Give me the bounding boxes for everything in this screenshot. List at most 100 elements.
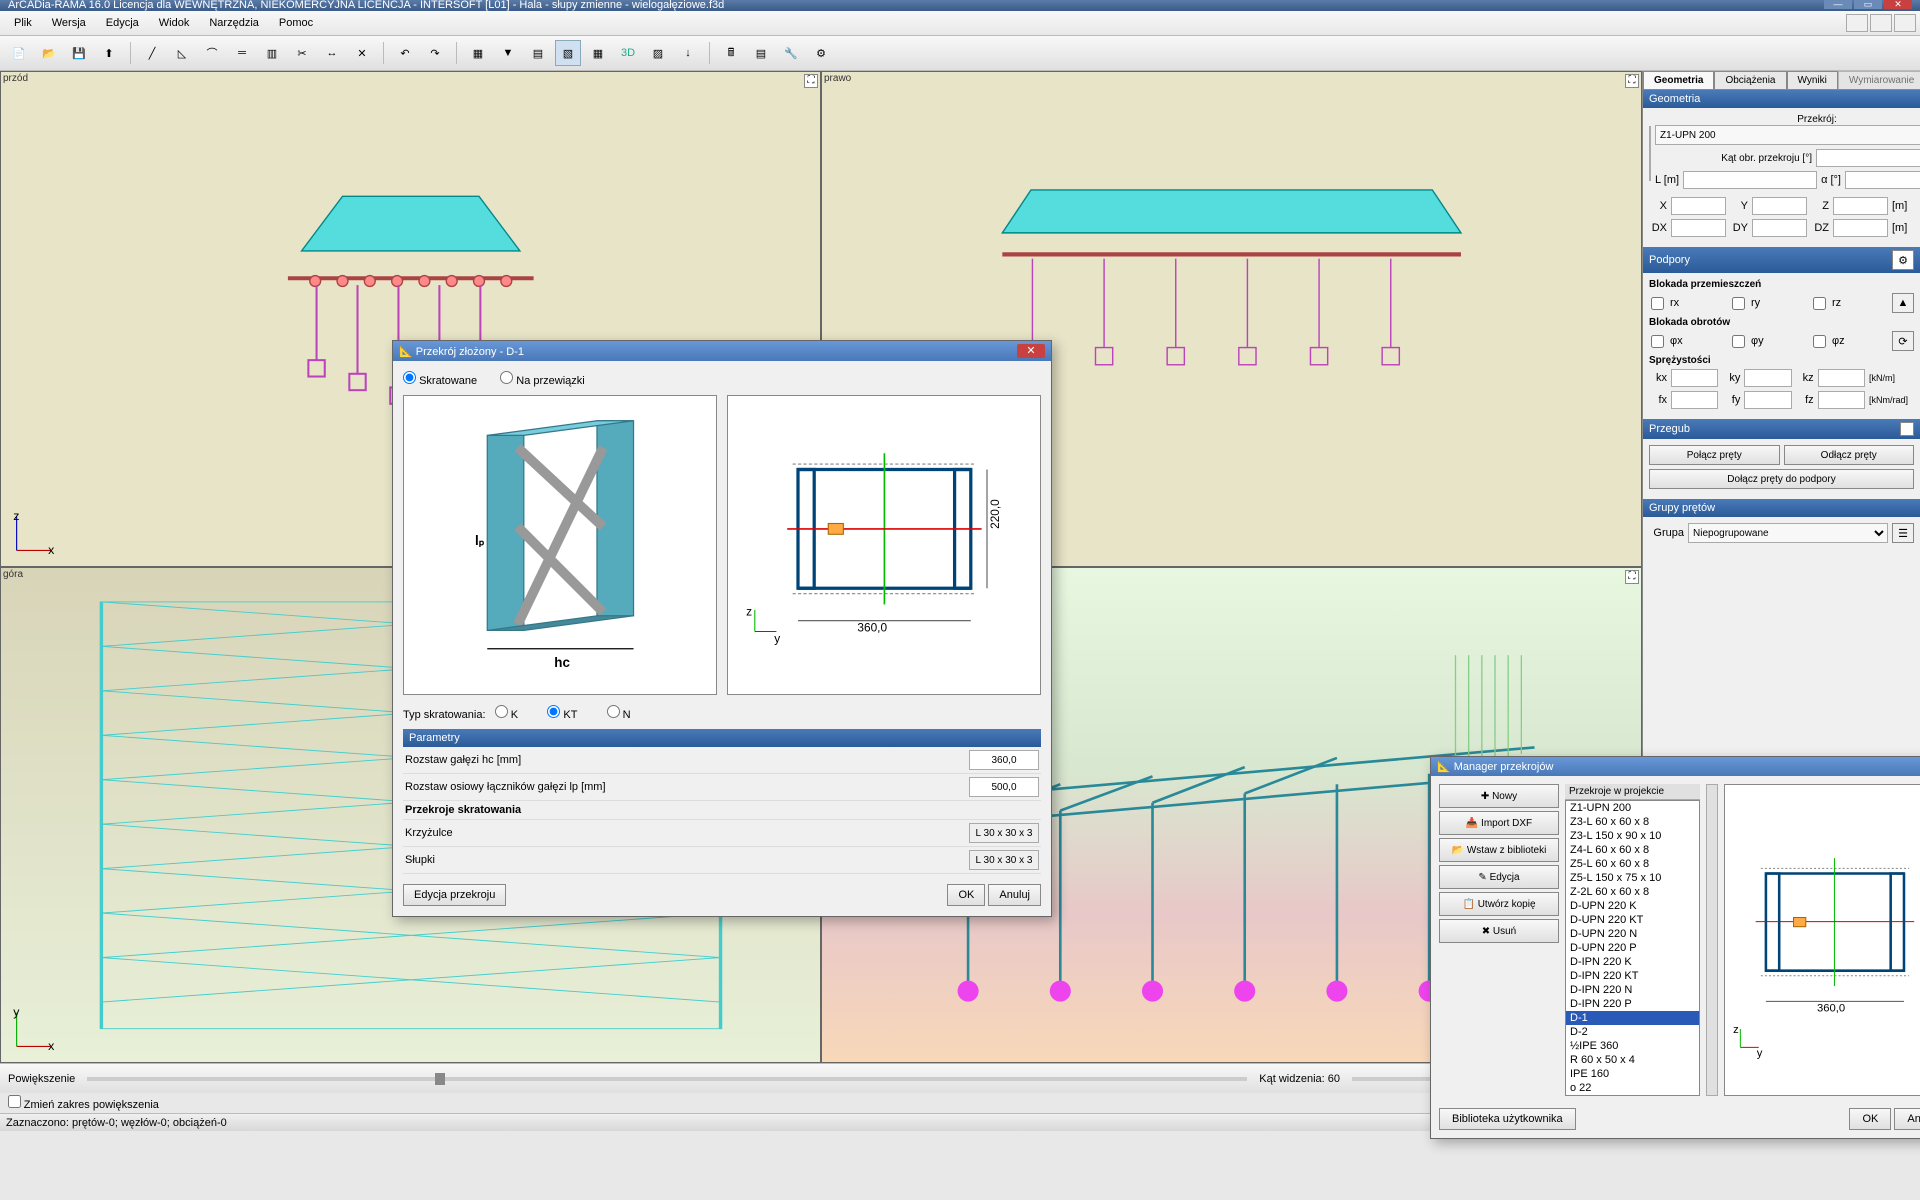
dim-icon[interactable]: ↔	[319, 40, 345, 66]
anuluj-button[interactable]: Anuluj	[988, 884, 1041, 906]
results-icon[interactable]: ▨	[645, 40, 671, 66]
maximize-icon[interactable]: ⛶	[804, 74, 818, 88]
3d-icon[interactable]: 3D	[615, 40, 641, 66]
menu-pomoc[interactable]: Pomoc	[269, 17, 323, 29]
maximize-icon[interactable]: ⛶	[1625, 74, 1639, 88]
settings-icon[interactable]: 🔧	[778, 40, 804, 66]
przekroj-select[interactable]: Z1-UPN 200	[1655, 125, 1920, 145]
filter-icon[interactable]: ▼	[495, 40, 521, 66]
menu-narzedzia[interactable]: Narzędzia	[199, 17, 269, 29]
list-item[interactable]: Z4-L 60 x 60 x 8	[1566, 843, 1699, 857]
menu-plik[interactable]: Plik	[4, 17, 42, 29]
rz-check[interactable]	[1813, 297, 1826, 310]
mgr-btn-wstaw-z-biblioteki[interactable]: 📂 Wstaw z biblioteki	[1439, 838, 1559, 862]
dolacz-button[interactable]: Dołącz pręty do podpory	[1649, 469, 1914, 489]
mgr-btn-import-dxf[interactable]: 📥 Import DXF	[1439, 811, 1559, 835]
menu-edycja[interactable]: Edycja	[96, 17, 149, 29]
cut-icon[interactable]: ✂	[289, 40, 315, 66]
dialog-close-icon[interactable]: ✕	[1017, 344, 1045, 358]
list-item[interactable]: IPE 160	[1566, 1067, 1699, 1081]
slupki-button[interactable]: L 30 x 30 x 3	[969, 850, 1039, 870]
podpory-opts-icon[interactable]: ⚙	[1892, 250, 1914, 270]
lp-input[interactable]	[969, 777, 1039, 797]
x-input[interactable]	[1671, 197, 1726, 215]
tools-icon[interactable]: ⚙	[808, 40, 834, 66]
list-item[interactable]: D-UPN 220 N	[1566, 927, 1699, 941]
view-icon[interactable]: ▧	[555, 40, 581, 66]
list-item[interactable]: R 60 x 50 x 4	[1566, 1053, 1699, 1067]
fy-input[interactable]	[1744, 391, 1791, 409]
hc-input[interactable]	[969, 750, 1039, 770]
radio-kt[interactable]: KT	[547, 709, 577, 721]
oz-check[interactable]	[1813, 335, 1826, 348]
arc-icon[interactable]: ⌒	[199, 40, 225, 66]
kat-obr-input[interactable]	[1816, 149, 1920, 167]
list-item[interactable]: D-UPN 220 P	[1566, 941, 1699, 955]
load-icon[interactable]: ↓	[675, 40, 701, 66]
style-icon-3[interactable]	[1894, 14, 1916, 32]
dy-input[interactable]	[1752, 219, 1807, 237]
ok-button[interactable]: OK	[947, 884, 985, 906]
redo-icon[interactable]: ↷	[422, 40, 448, 66]
beam-icon[interactable]: ═	[229, 40, 255, 66]
mgr-btn-edycja[interactable]: ✎ Edycja	[1439, 865, 1559, 889]
rot-icon[interactable]: ⟳	[1892, 331, 1914, 351]
l-input[interactable]	[1683, 171, 1817, 189]
radio-k[interactable]: K	[495, 709, 518, 721]
mgr-ok-button[interactable]: OK	[1849, 1108, 1891, 1130]
list-item[interactable]: D-UPN 220 KT	[1566, 913, 1699, 927]
ky-input[interactable]	[1744, 369, 1791, 387]
calc-icon[interactable]: 🖩	[718, 40, 744, 66]
z-input[interactable]	[1833, 197, 1888, 215]
maximize-icon[interactable]: ⛶	[1625, 570, 1639, 584]
list-item[interactable]: D-IPN 220 KT	[1566, 969, 1699, 983]
list-item[interactable]: ½IPE 360	[1566, 1039, 1699, 1053]
fz-input[interactable]	[1818, 391, 1865, 409]
mgr-btn-usuń[interactable]: ✖ Usuń	[1439, 919, 1559, 943]
radio-n[interactable]: N	[607, 709, 631, 721]
tab-geometria[interactable]: Geometria	[1643, 71, 1714, 89]
list-item[interactable]: Z5-L 60 x 60 x 8	[1566, 857, 1699, 871]
tab-wyniki[interactable]: Wyniki	[1787, 71, 1838, 89]
menu-wersja[interactable]: Wersja	[42, 17, 96, 29]
list-item[interactable]: Z5-L 150 x 75 x 10	[1566, 871, 1699, 885]
list-item[interactable]: Z-2L 60 x 60 x 8	[1566, 885, 1699, 899]
krzyzulce-button[interactable]: L 30 x 30 x 3	[969, 823, 1039, 843]
minimize-button[interactable]: —	[1824, 0, 1852, 9]
list-item[interactable]: D-IPN 220 N	[1566, 983, 1699, 997]
ox-check[interactable]	[1651, 335, 1664, 348]
list-item[interactable]: Z1-UPN 200	[1566, 801, 1699, 815]
oy-check[interactable]	[1732, 335, 1745, 348]
list-item[interactable]: D-IPN 220 K	[1566, 955, 1699, 969]
biblioteka-button[interactable]: Biblioteka użytkownika	[1439, 1108, 1576, 1130]
grid-icon[interactable]: ▦	[465, 40, 491, 66]
style-icon-2[interactable]	[1870, 14, 1892, 32]
dz-input[interactable]	[1833, 219, 1888, 237]
save-icon[interactable]: 💾	[66, 40, 92, 66]
open-icon[interactable]: 📂	[36, 40, 62, 66]
scrollbar[interactable]	[1706, 784, 1718, 1096]
angle-icon[interactable]: ◺	[169, 40, 195, 66]
fx-input[interactable]	[1671, 391, 1718, 409]
mgr-btn-nowy[interactable]: ✚ Nowy	[1439, 784, 1559, 808]
undo-icon[interactable]: ↶	[392, 40, 418, 66]
bar-icon[interactable]: ╱	[139, 40, 165, 66]
kz-input[interactable]	[1818, 369, 1865, 387]
mgr-anuluj-button[interactable]: Anuluj	[1894, 1108, 1920, 1130]
y-input[interactable]	[1752, 197, 1807, 215]
table-icon[interactable]: ▦	[585, 40, 611, 66]
maximize-button[interactable]: ▭	[1854, 0, 1882, 9]
ry-check[interactable]	[1732, 297, 1745, 310]
list-item[interactable]: D-1	[1566, 1011, 1699, 1025]
list-item[interactable]: o 22	[1566, 1081, 1699, 1095]
tab-obciazenia[interactable]: Obciążenia	[1714, 71, 1786, 89]
radio-przewiazki[interactable]: Na przewiązki	[500, 375, 585, 387]
layers-icon[interactable]: ▤	[525, 40, 551, 66]
alpha-input[interactable]	[1845, 171, 1920, 189]
radio-skratowane[interactable]: Skratowane	[403, 375, 477, 387]
edycja-button[interactable]: Edycja przekroju	[403, 884, 506, 906]
rx-check[interactable]	[1651, 297, 1664, 310]
list-item[interactable]: D-UPN 220 K	[1566, 899, 1699, 913]
zoom-slider[interactable]	[87, 1077, 1247, 1081]
style-icon-1[interactable]	[1846, 14, 1868, 32]
